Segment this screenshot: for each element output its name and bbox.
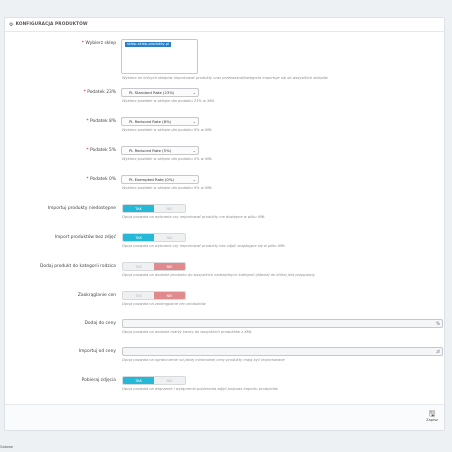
import-unavailable-label: Importuj produkty niedostępne [47, 206, 116, 211]
import-no-images-label: Import produktów bez zdjęć [54, 235, 116, 240]
import-no-images-help: Opcja pozwala na wybranie czy importować… [122, 244, 286, 248]
add-to-price-help: Opcja pozwala na dodanie marży kwoty do … [122, 330, 252, 334]
chevron-down-icon: ⌄ [192, 177, 196, 182]
currency-icon: zł [436, 349, 440, 354]
add-to-price-label: Dodaj do ceny [84, 321, 116, 326]
cogs-icon: ⚙ [9, 21, 14, 28]
floppy-disk-icon: 🖫 [428, 409, 436, 418]
chevron-down-icon: ⌄ [192, 148, 196, 153]
tax23-select[interactable]: PL Standard Rate (23%) ⌄ [121, 88, 199, 97]
save-label: Zapisz [426, 418, 438, 422]
panel-footer: 🖫 Zapisz [5, 404, 444, 430]
tax0-help: Wybierz podatek w sklepie dla podatku 0%… [122, 186, 213, 190]
tax5-label: * Podatek 5% [86, 148, 116, 153]
download-images-switch[interactable]: TAK NIE [122, 376, 186, 385]
switch-yes[interactable]: TAK [123, 234, 154, 241]
download-images-label: Pobieraj zdjęcia [81, 378, 116, 383]
switch-no[interactable]: NIE [154, 377, 185, 384]
switch-no[interactable]: NIE [154, 292, 185, 299]
switch-yes[interactable]: TAK [123, 377, 154, 384]
switch-yes[interactable]: TAK [123, 292, 154, 299]
panel-heading: ⚙ KONFIGURACJA PRODUKTÓW [5, 18, 444, 32]
import-from-price-help: Opcja pozwala na ograniczenie od jakiej … [122, 358, 285, 362]
percent-icon: % [436, 321, 440, 326]
tax8-help: Wybierz podatek w sklepie dla podatku 8%… [122, 128, 213, 132]
tax5-help: Wybierz podatek w sklepie dla podatku 5%… [122, 157, 213, 161]
import-from-price-label: Importuj od ceny [78, 349, 116, 354]
add-parent-category-switch[interactable]: TAK NIE [122, 262, 186, 271]
add-parent-category-label: Dodaj produkt do kategorii rodzica [40, 264, 116, 269]
round-prices-switch[interactable]: TAK NIE [122, 291, 186, 300]
tax8-select[interactable]: PL Reduced Rate (8%) ⌄ [121, 117, 199, 126]
tax23-help: Wybierz podatek w sklepie dla podatku 23… [122, 99, 215, 103]
add-to-price-input[interactable]: % [122, 319, 443, 328]
shops-help: Wybierz do których sklepów importować pr… [122, 76, 328, 80]
switch-no[interactable]: NIE [154, 205, 185, 212]
switch-yes[interactable]: TAK [123, 205, 154, 212]
import-no-images-switch[interactable]: TAK NIE [122, 233, 186, 242]
import-unavailable-help: Opcja pozwala na wybranie czy importować… [122, 215, 266, 219]
panel-title: KONFIGURACJA PRODUKTÓW [15, 22, 88, 27]
import-unavailable-switch[interactable]: TAK NIE [122, 204, 186, 213]
import-from-price-input[interactable]: zł [122, 347, 443, 356]
switch-yes[interactable]: TAK [123, 263, 154, 270]
round-prices-label: Zaokrąglanie cen [77, 293, 116, 298]
config-panel: ⚙ KONFIGURACJA PRODUKTÓW * Wybierz sklep… [4, 17, 445, 431]
tax0-select[interactable]: PL Exempted Rate (0%) ⌄ [121, 175, 199, 184]
download-images-help: Opcja pozwala na włączenie i wyłączenie … [122, 387, 278, 391]
round-prices-help: Opcja pozwala na zaokrąglanie cen produk… [122, 302, 206, 306]
shops-multiselect[interactable]: sklep-sklep-produkty-pl [121, 39, 198, 74]
save-button[interactable]: 🖫 Zapisz [424, 409, 440, 427]
chevron-down-icon: ⌄ [192, 90, 196, 95]
shops-label: * Wybierz sklep [81, 41, 116, 46]
tax0-label: * Podatek 0% [86, 177, 116, 182]
switch-no[interactable]: NIE [154, 263, 185, 270]
add-parent-category-help: Opcja pozwala na dodanie produktu do wsz… [122, 273, 315, 277]
tax8-label: * Podatek 8% [86, 119, 116, 124]
switch-no[interactable]: NIE [154, 234, 185, 241]
tax5-select[interactable]: PL Reduced Rate (5%) ⌄ [121, 146, 199, 155]
shops-option-selected[interactable]: sklep-sklep-produkty-pl [125, 42, 171, 47]
status-bar-text: Gotowe [0, 445, 13, 449]
tax23-label: * Podatek 23% [83, 90, 116, 95]
chevron-down-icon: ⌄ [192, 119, 196, 124]
